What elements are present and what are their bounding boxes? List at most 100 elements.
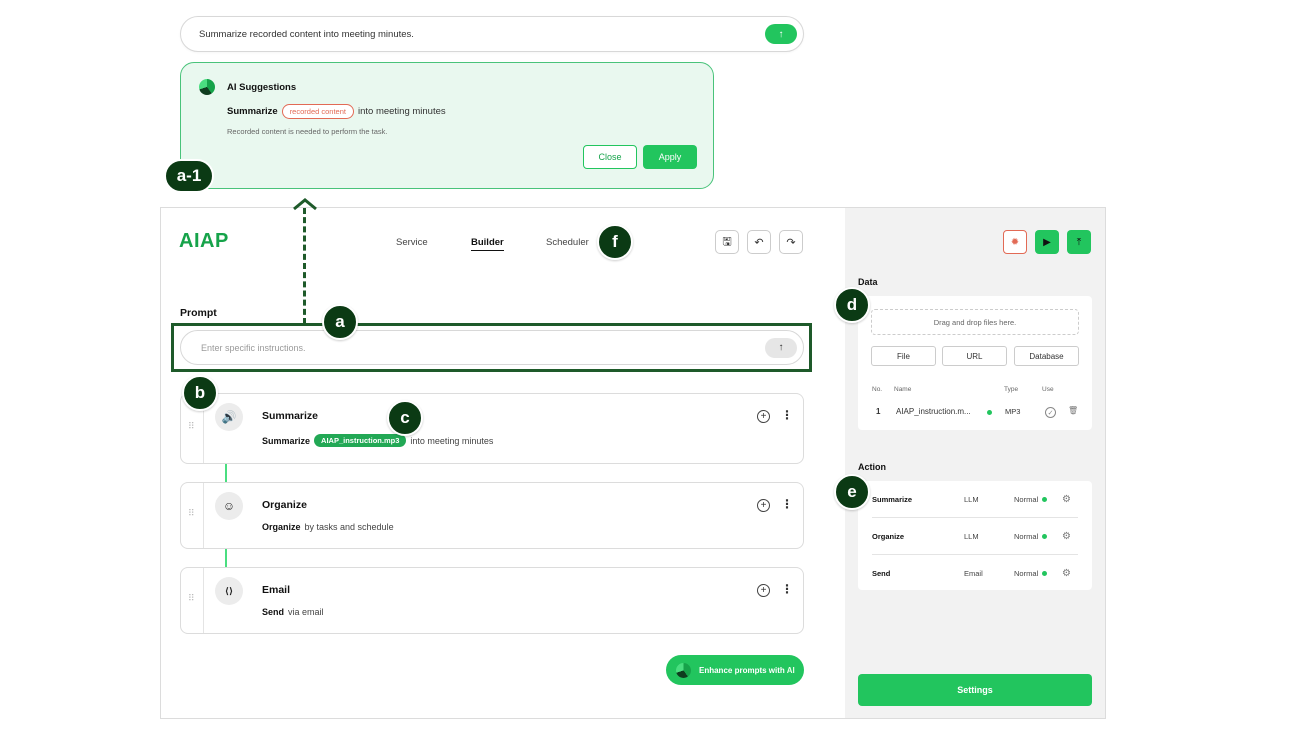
action-name: Send xyxy=(872,569,891,578)
run-button[interactable]: ▶ xyxy=(1035,230,1059,254)
drag-handle-icon[interactable]: ⠿ xyxy=(188,594,195,603)
url-source-button[interactable]: URL xyxy=(942,346,1007,366)
close-button[interactable]: Close xyxy=(583,145,637,169)
delete-icon[interactable]: 🗑 xyxy=(1068,406,1078,415)
debug-button[interactable]: ✹ xyxy=(1003,230,1027,254)
nav-builder[interactable]: Builder xyxy=(471,237,504,251)
save-button[interactable]: 🖫 xyxy=(715,230,739,254)
add-step-icon[interactable]: + xyxy=(757,499,770,512)
action-section-title: Action xyxy=(858,462,886,472)
action-name: Summarize xyxy=(872,495,913,504)
col-name: Name xyxy=(894,386,912,393)
prompt-input[interactable]: Enter specific instructions. ↑ xyxy=(180,330,804,365)
step-connector xyxy=(225,464,227,482)
col-no: No. xyxy=(872,386,883,393)
ai-logo-icon xyxy=(199,79,215,95)
undo-button[interactable]: ↶ xyxy=(747,230,771,254)
annotation-e: e xyxy=(834,474,870,510)
app-logo: AIAP xyxy=(179,230,229,252)
arrow-up-icon: ↑ xyxy=(778,28,784,40)
action-status: Normal xyxy=(1014,532,1062,541)
step-desc-rest: into meeting minutes xyxy=(410,435,494,446)
file-row-no: 1 xyxy=(876,407,881,416)
gear-icon[interactable]: ⚙ xyxy=(1062,531,1071,542)
save-icon: 🖫 xyxy=(722,235,732,248)
annotation-a: a xyxy=(322,304,358,340)
annotation-f: f xyxy=(597,224,633,260)
action-row-organize[interactable]: Organize LLM Normal ⚙ xyxy=(872,518,1078,555)
prompt-send-button[interactable]: ↑ xyxy=(765,337,797,358)
action-name: Organize xyxy=(872,532,905,541)
ai-suggestions-header: AI Suggestions xyxy=(199,79,296,95)
drag-handle-icon[interactable]: ⠿ xyxy=(188,509,195,518)
redo-icon: ↷ xyxy=(786,236,796,249)
enhance-label: Enhance prompts with xyxy=(699,665,785,675)
step-card-summarize[interactable]: ⠿ 🔊 Summarize Summarize AIAP_instruction… xyxy=(180,393,804,464)
prompt-label: Prompt xyxy=(180,307,217,319)
ai-suggestion-line: Summarize recorded content into meeting … xyxy=(227,104,446,119)
apply-button[interactable]: Apply xyxy=(643,145,697,169)
annotation-b: b xyxy=(182,375,218,411)
step-description: Summarize AIAP_instruction.mp3 into meet… xyxy=(262,434,493,447)
prompt-placeholder: Enter specific instructions. xyxy=(201,342,306,353)
suggestion-send-button[interactable]: ↑ xyxy=(765,24,797,44)
deploy-icon: ⤒ xyxy=(1076,236,1082,248)
card-divider xyxy=(203,568,204,633)
col-type: Type xyxy=(1004,386,1019,393)
add-step-icon[interactable]: + xyxy=(757,584,770,597)
file-source-button[interactable]: File xyxy=(871,346,936,366)
deploy-button[interactable]: ⤒ xyxy=(1067,230,1091,254)
step-title: Summarize xyxy=(262,410,319,422)
ai-suggestion-verb: Summarize xyxy=(227,106,278,117)
ai-suggestion-note: Recorded content is needed to perform th… xyxy=(227,127,388,136)
add-step-icon[interactable]: + xyxy=(757,410,770,423)
step-description: Send via email xyxy=(262,607,324,617)
settings-button[interactable]: Settings xyxy=(858,674,1092,706)
more-options-icon[interactable]: ⋮ xyxy=(781,408,793,422)
step-connector xyxy=(225,549,227,567)
action-status: Normal xyxy=(1014,569,1062,578)
col-use: Use xyxy=(1042,386,1054,393)
arrow-up-icon: ↑ xyxy=(778,342,784,353)
enhance-prompts-button[interactable]: Enhance prompts with AI xyxy=(666,655,804,685)
step-card-organize[interactable]: ⠿ ☺ Organize Organize by tasks and sched… xyxy=(180,482,804,549)
file-drop-zone[interactable]: Drag and drop files here. xyxy=(871,309,1079,335)
ai-logo-icon xyxy=(676,662,691,678)
step-verb: Send xyxy=(262,607,285,617)
speaker-icon: 🔊 xyxy=(215,403,243,431)
annotation-c: c xyxy=(387,400,423,436)
nav-scheduler[interactable]: Scheduler xyxy=(546,237,589,248)
more-options-icon[interactable]: ⋮ xyxy=(781,497,793,511)
step-description: Organize by tasks and schedule xyxy=(262,522,394,532)
use-check-icon[interactable]: ✓ xyxy=(1045,407,1056,418)
redo-button[interactable]: ↷ xyxy=(779,230,803,254)
ai-suggestions-panel: AI Suggestions Summarize recorded conten… xyxy=(180,62,714,189)
action-row-summarize[interactable]: Summarize LLM Normal ⚙ xyxy=(872,481,1078,518)
file-pill[interactable]: AIAP_instruction.mp3 xyxy=(314,434,407,447)
action-status: Normal xyxy=(1014,495,1062,504)
status-dot xyxy=(987,410,992,415)
step-verb: Summarize xyxy=(262,435,311,446)
more-options-icon[interactable]: ⋮ xyxy=(781,582,793,596)
action-status-text: Normal xyxy=(1014,495,1039,504)
step-title: Organize xyxy=(262,499,307,511)
step-title: Email xyxy=(262,584,291,596)
database-source-button[interactable]: Database xyxy=(1014,346,1079,366)
bug-icon: ✹ xyxy=(1010,236,1020,248)
annotation-d: d xyxy=(834,287,870,323)
data-section-title: Data xyxy=(858,277,878,287)
missing-input-pill[interactable]: recorded content xyxy=(281,104,354,119)
file-row-type: MP3 xyxy=(1005,407,1021,416)
nav-service[interactable]: Service xyxy=(396,237,428,248)
gear-icon[interactable]: ⚙ xyxy=(1062,494,1071,505)
suggestion-prompt-input[interactable]: Summarize recorded content into meeting … xyxy=(180,16,804,52)
action-row-send[interactable]: Send Email Normal ⚙ xyxy=(872,555,1078,592)
file-row-name: AIAP_instruction.m... xyxy=(896,407,971,416)
ai-suggestions-title: AI Suggestions xyxy=(227,81,297,93)
step-card-email[interactable]: ⠿ ⟨⟩ Email Send via email + ⋮ xyxy=(180,567,804,634)
code-window-icon: ⟨⟩ xyxy=(215,577,243,605)
drag-handle-icon[interactable]: ⠿ xyxy=(188,422,195,431)
gear-icon[interactable]: ⚙ xyxy=(1062,568,1071,579)
card-divider xyxy=(203,483,204,548)
action-type: LLM xyxy=(964,495,979,504)
